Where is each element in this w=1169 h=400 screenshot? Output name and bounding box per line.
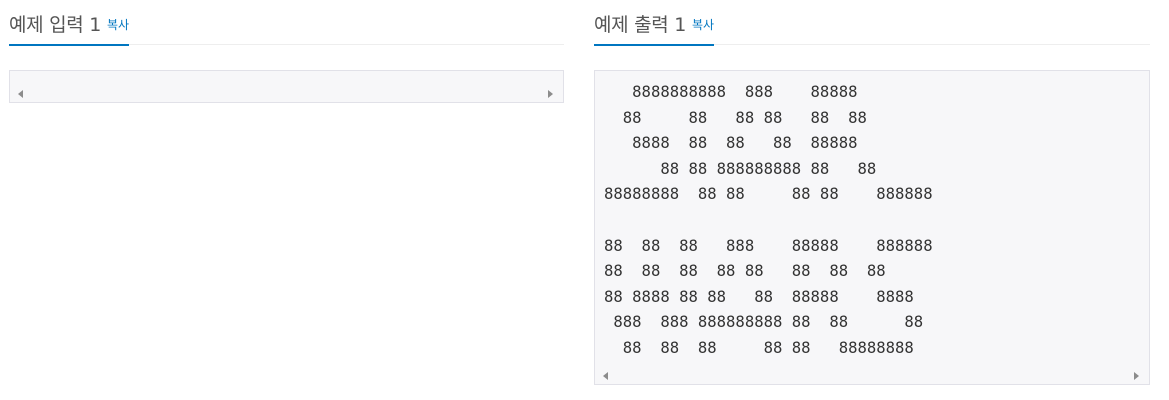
scroll-right-arrow-icon[interactable] [548, 90, 553, 98]
sample-input-panel: 예제 입력 1 복사 [9, 0, 564, 103]
sample-output-panel: 예제 출력 1 복사 8888888888 888 88888 88 88 88 … [594, 0, 1150, 385]
sample-output-heading: 예제 출력 1 복사 [594, 0, 715, 46]
copy-input-button[interactable]: 복사 [107, 18, 129, 32]
horizontal-scrollbar[interactable] [595, 368, 1149, 384]
scroll-left-arrow-icon[interactable] [18, 90, 23, 98]
sample-output-box: 8888888888 888 88888 88 88 88 88 88 88 8… [594, 70, 1150, 385]
horizontal-scrollbar[interactable] [10, 86, 563, 102]
sample-output-content: 8888888888 888 88888 88 88 88 88 88 88 8… [604, 83, 933, 357]
sample-input-header: 예제 입력 1 복사 [9, 0, 564, 46]
copy-output-button[interactable]: 복사 [692, 18, 714, 32]
sample-input-heading: 예제 입력 1 복사 [9, 0, 130, 46]
scroll-left-arrow-icon[interactable] [603, 372, 608, 380]
sample-input-title: 예제 입력 1 [9, 14, 101, 36]
scroll-right-arrow-icon[interactable] [1134, 372, 1139, 380]
sample-output-header: 예제 출력 1 복사 [594, 0, 1150, 46]
sample-input-box [9, 70, 564, 103]
sample-output-title: 예제 출력 1 [594, 14, 686, 36]
sample-input-content [10, 71, 563, 80]
